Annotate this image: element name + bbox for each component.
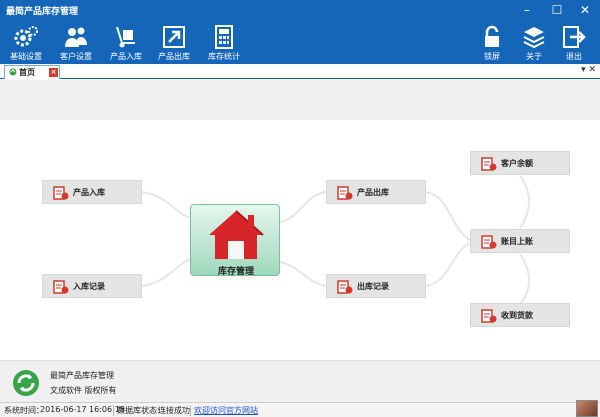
house-icon [209,210,264,259]
center-node-label: 库存管理 [217,267,254,277]
node-label: 入库记录 [73,282,105,291]
record-icon [481,309,497,323]
node-outbound-records[interactable]: 出库记录 [326,274,426,298]
node-label: 出库记录 [357,282,389,291]
record-icon [481,235,497,249]
avatar [576,400,598,417]
node-label: 客户余额 [501,159,533,168]
footer: 最简产品库存管理 文成软件 版权所有 [0,360,600,402]
node-product-outbound[interactable]: 产品出库 [326,180,426,204]
node-payment-received[interactable]: 收到货款 [470,303,570,327]
record-icon [337,186,353,200]
node-inbound-records[interactable]: 入库记录 [42,274,142,298]
system-time-label: 系统时间： [4,406,44,415]
record-icon [337,280,353,294]
node-label: 产品出库 [357,188,389,197]
record-icon [481,157,497,171]
app-logo-icon [13,370,39,396]
db-status-value: 连接成功 [158,406,190,415]
status-separator [113,405,114,416]
status-bar: 系统时间： 2016-06-17 16:06:18 数据库状态： 连接成功 欢迎… [0,402,600,417]
status-separator [190,405,191,416]
inventory-management-node[interactable]: 库存管理 [190,204,280,277]
node-label: 账目上账 [501,237,533,246]
record-icon [53,280,69,294]
node-customer-balance[interactable]: 客户余额 [470,151,570,175]
node-label: 收到货款 [501,311,533,320]
record-icon [53,186,69,200]
footer-app-name: 最简产品库存管理 [50,371,114,380]
node-account-posting[interactable]: 账目上账 [470,229,570,253]
official-website-link[interactable]: 欢迎访问官方网站 [194,405,258,416]
node-label: 产品入库 [73,188,105,197]
footer-copyright: 文成软件 版权所有 [50,386,117,395]
node-product-inbound[interactable]: 产品入库 [42,180,142,204]
